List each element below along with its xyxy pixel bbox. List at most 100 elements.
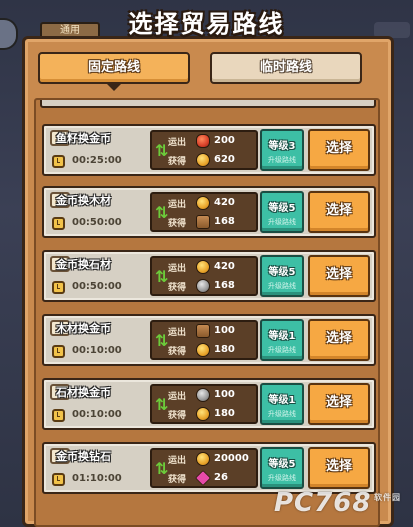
tab-temporary-routes[interactable]: 临时路线: [210, 52, 362, 84]
get-label: 获得: [168, 219, 187, 229]
get-amount: 620: [214, 154, 235, 165]
out-label: 运出: [168, 200, 187, 210]
clock-icon: [52, 281, 65, 294]
route-name: 石材换金币: [56, 386, 111, 399]
route-name: 金币换木材: [56, 194, 111, 207]
route-duration: 00:10:00: [72, 409, 122, 420]
get-amount: 168: [214, 216, 235, 227]
upgrade-label: 升级路线: [268, 156, 296, 164]
out-label: 运出: [168, 264, 187, 274]
stone-icon: [196, 279, 210, 293]
trade-exchange: ⇅ 运出 获得 420 168: [150, 256, 258, 296]
get-label: 获得: [168, 283, 187, 293]
watermark-logo-text: PC768: [274, 488, 372, 518]
exchange-arrows-icon: ⇅: [155, 331, 169, 350]
wood-icon: [196, 215, 210, 229]
upgrade-label: 升级路线: [268, 410, 296, 418]
out-amount: 100: [214, 389, 235, 400]
clock-icon: [52, 473, 65, 486]
route-list[interactable]: 鱼籽换金币 00:25:00 ⇅ 运出 获得 200 620 等级3 升级路线 …: [34, 98, 380, 527]
select-route-button[interactable]: 选择: [308, 383, 370, 425]
select-route-button[interactable]: 选择: [308, 129, 370, 171]
upgrade-route-button[interactable]: 等级5 升级路线: [260, 255, 304, 297]
clock-icon: [52, 345, 65, 358]
route-level: 等级3: [268, 141, 296, 152]
route-name: 金币换钻石: [56, 450, 111, 463]
route-row: 木材换金币 00:10:00 ⇅ 运出 获得 100 180 等级1 升级路线 …: [42, 314, 376, 366]
route-level: 等级1: [268, 395, 296, 406]
exchange-arrows-icon: ⇅: [155, 203, 169, 222]
get-label: 获得: [168, 411, 187, 421]
get-label: 获得: [168, 157, 187, 167]
out-amount: 420: [214, 197, 235, 208]
seed-icon: [196, 134, 210, 148]
list-item-partial: [40, 100, 376, 108]
trade-exchange: ⇅ 运出 获得 100 180: [150, 384, 258, 424]
coin-icon: [196, 196, 210, 210]
get-label: 获得: [168, 475, 187, 485]
upgrade-label: 升级路线: [268, 346, 296, 354]
trade-exchange: ⇅ 运出 获得 100 180: [150, 320, 258, 360]
select-route-button[interactable]: 选择: [308, 319, 370, 361]
route-level: 等级5: [268, 267, 296, 278]
wood-icon: [196, 324, 210, 338]
route-level: 等级5: [268, 459, 296, 470]
exchange-arrows-icon: ⇅: [155, 459, 169, 478]
exchange-arrows-icon: ⇅: [155, 141, 169, 160]
out-label: 运出: [168, 392, 187, 402]
trade-exchange: ⇅ 运出 获得 200 620: [150, 130, 258, 170]
clock-icon: [52, 155, 65, 168]
route-duration: 00:25:00: [72, 155, 122, 166]
select-route-button[interactable]: 选择: [308, 447, 370, 489]
stone-icon: [196, 388, 210, 402]
route-tabs: 固定路线 临时路线: [38, 52, 376, 91]
out-amount: 20000: [214, 453, 249, 464]
upgrade-route-button[interactable]: 等级3 升级路线: [260, 129, 304, 171]
exchange-arrows-icon: ⇅: [155, 267, 169, 286]
out-amount: 100: [214, 325, 235, 336]
select-route-button[interactable]: 选择: [308, 255, 370, 297]
coin-icon: [196, 452, 210, 466]
upgrade-label: 升级路线: [268, 282, 296, 290]
out-amount: 200: [214, 135, 235, 146]
out-label: 运出: [168, 456, 187, 466]
get-amount: 180: [214, 344, 235, 355]
dialog-title: 选择贸易路线: [128, 10, 285, 38]
upgrade-route-button[interactable]: 等级5 升级路线: [260, 447, 304, 489]
upgrade-route-button[interactable]: 等级5 升级路线: [260, 191, 304, 233]
trade-exchange: ⇅ 运出 获得 20000 26: [150, 448, 258, 488]
exchange-arrows-icon: ⇅: [155, 395, 169, 414]
upgrade-route-button[interactable]: 等级1 升级路线: [260, 319, 304, 361]
get-label: 获得: [168, 347, 187, 357]
out-label: 运出: [168, 138, 187, 148]
out-label: 运出: [168, 328, 187, 338]
route-row: 金币换木材 00:50:00 ⇅ 运出 获得 420 168 等级5 升级路线 …: [42, 186, 376, 238]
route-duration: 00:10:00: [72, 345, 122, 356]
route-row: 石材换金币 00:10:00 ⇅ 运出 获得 100 180 等级1 升级路线 …: [42, 378, 376, 430]
upgrade-label: 升级路线: [268, 218, 296, 226]
trade-exchange: ⇅ 运出 获得 420 168: [150, 192, 258, 232]
route-name: 木材换金币: [56, 322, 111, 335]
select-route-button[interactable]: 选择: [308, 191, 370, 233]
route-name: 鱼籽换金币: [56, 132, 111, 145]
site-watermark: PC768 软件园: [274, 488, 410, 524]
route-duration: 00:50:00: [72, 281, 122, 292]
clock-icon: [52, 217, 65, 230]
route-row: 金币换石材 00:50:00 ⇅ 运出 获得 420 168 等级5 升级路线 …: [42, 250, 376, 302]
watermark-subtext: 软件园: [374, 493, 401, 502]
route-duration: 01:10:00: [72, 473, 122, 484]
coin-icon: [196, 153, 210, 167]
route-level: 等级5: [268, 203, 296, 214]
route-row: 金币换钻石 01:10:00 ⇅ 运出 获得 20000 26 等级5 升级路线…: [42, 442, 376, 494]
coin-icon: [196, 343, 210, 357]
upgrade-route-button[interactable]: 等级1 升级路线: [260, 383, 304, 425]
coin-icon: [196, 407, 210, 421]
tab-fixed-routes[interactable]: 固定路线: [38, 52, 190, 91]
route-level: 等级1: [268, 331, 296, 342]
route-duration: 00:50:00: [72, 217, 122, 228]
clock-icon: [52, 409, 65, 422]
get-amount: 168: [214, 280, 235, 291]
upgrade-label: 升级路线: [268, 474, 296, 482]
route-name: 金币换石材: [56, 258, 111, 271]
out-amount: 420: [214, 261, 235, 272]
